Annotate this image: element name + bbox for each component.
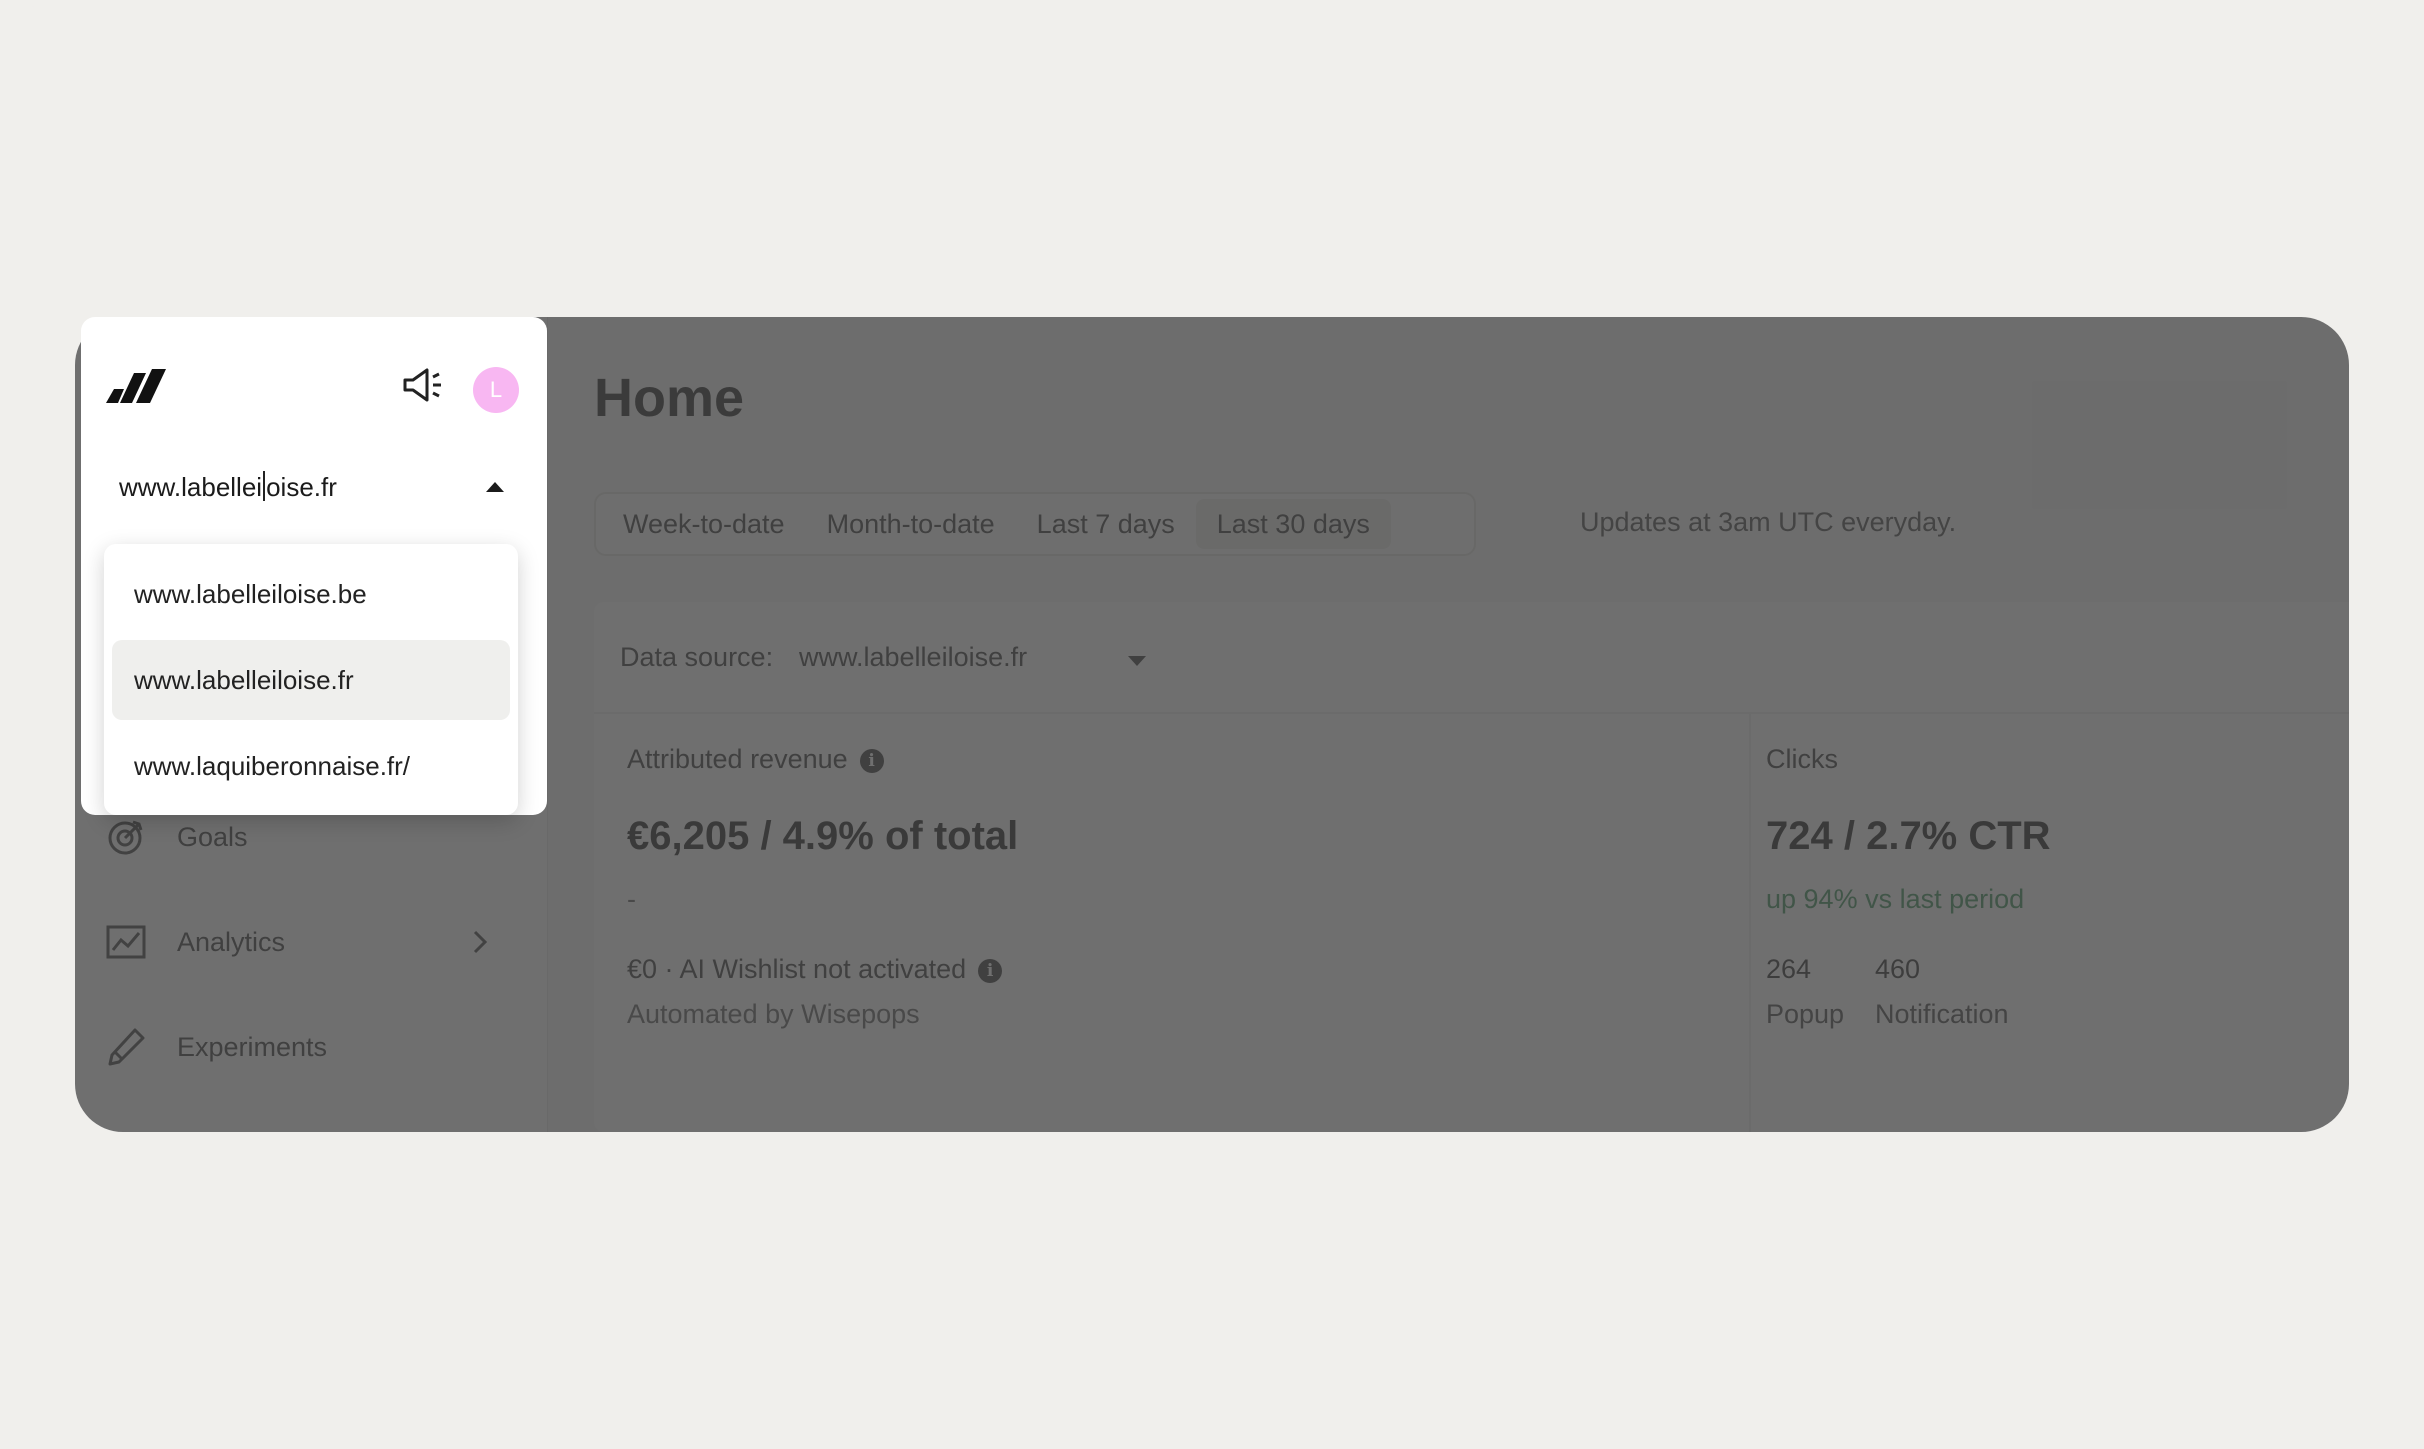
caret-up-icon[interactable] (486, 482, 504, 492)
chart-line-icon (106, 925, 146, 959)
updates-note: Updates at 3am UTC everyday. (1580, 507, 1957, 537)
data-source-label: Data source: (620, 642, 774, 672)
range-last-7-days[interactable]: Last 7 days (1016, 499, 1196, 549)
chevron-right-icon[interactable] (465, 927, 495, 957)
clicks-label: Clicks (1766, 744, 1838, 774)
megaphone-icon[interactable] (401, 365, 445, 405)
date-range-selector: Week-to-date Month-to-date Last 7 days L… (594, 492, 1476, 556)
notification-count: 460 (1875, 954, 1921, 984)
avatar[interactable]: L (473, 367, 519, 413)
automated-by: Automated by Wisepops (627, 999, 920, 1029)
site-select-text-suffix: oise.fr (266, 472, 337, 502)
site-option-be[interactable]: www.labelleiloise.be (112, 554, 510, 634)
popup-label: Popup (1766, 999, 1845, 1029)
site-option-fr[interactable]: www.labelleiloise.fr (112, 640, 510, 720)
sidebar-item-label: Experiments (177, 1031, 328, 1062)
site-switcher-popover: L www.labellei oise.fr www.labelleiloise.… (81, 317, 547, 815)
wishlist-status-text: €0 · AI Wishlist not activated (627, 954, 967, 984)
attributed-revenue-label: Attributed revenue i (627, 744, 884, 775)
clicks-value: 724 / 2.7% CTR (1766, 814, 2051, 858)
divider (594, 712, 2349, 714)
info-icon[interactable]: i (859, 748, 884, 773)
caret-down-icon[interactable] (1128, 656, 1146, 666)
range-month-to-date[interactable]: Month-to-date (806, 499, 1016, 549)
popup-count: 264 (1766, 954, 1812, 984)
sidebar-item-analytics[interactable]: Analytics (105, 907, 515, 977)
page-title: Home (594, 368, 745, 428)
attributed-revenue-value: €6,205 / 4.9% of total (627, 814, 1019, 858)
attributed-revenue-delta: - (627, 884, 636, 914)
info-icon[interactable]: i (978, 958, 1003, 983)
notification-label: Notification (1875, 999, 2009, 1029)
site-select-input[interactable]: www.labellei oise.fr (119, 462, 504, 512)
divider (1749, 714, 1751, 1132)
flask-icon (108, 1028, 145, 1066)
main-content: Home Week-to-date Month-to-date Last 7 d… (548, 317, 2349, 1132)
sidebar-item-label: Analytics (177, 926, 286, 957)
wishlist-status: €0 · AI Wishlist not activated i (627, 954, 1003, 985)
site-select-text-prefix: www.labellei (119, 472, 263, 502)
range-week-to-date[interactable]: Week-to-date (602, 499, 806, 549)
text-cursor (263, 471, 266, 501)
data-source-select[interactable]: www.labelleiloise.fr (799, 642, 1027, 673)
site-dropdown-menu: www.labelleiloise.be www.labelleiloise.f… (104, 544, 518, 815)
target-icon (108, 820, 143, 855)
clicks-delta: up 94% vs last period (1766, 884, 2025, 914)
sidebar-item-experiments[interactable]: Experiments (105, 1012, 515, 1082)
attributed-revenue-label-text: Attributed revenue (627, 744, 848, 774)
site-option-quiberonnaise[interactable]: www.laquiberonnaise.fr/ (112, 726, 510, 806)
metrics-card: Data source: www.labelleiloise.fr Attrib… (594, 602, 2349, 1132)
wisepops-logo (106, 369, 166, 403)
sidebar-item-label: Goals (177, 821, 248, 852)
range-last-30-days[interactable]: Last 30 days (1195, 499, 1391, 549)
